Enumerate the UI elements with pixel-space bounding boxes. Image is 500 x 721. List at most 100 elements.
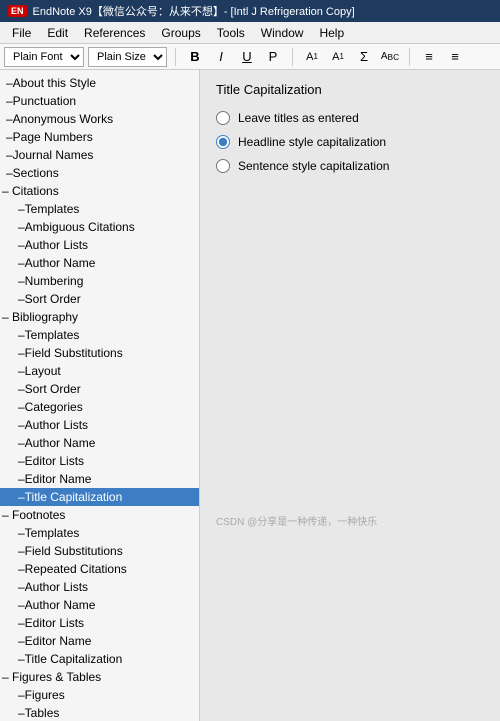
bold-button[interactable]: B (184, 47, 206, 67)
tree-item-punctuation[interactable]: –Punctuation (0, 92, 199, 110)
tree-item-fn-editor-name[interactable]: –Editor Name (0, 632, 199, 650)
tree-item-editor-lists-bib[interactable]: –Editor Lists (0, 452, 199, 470)
italic-button[interactable]: I (210, 47, 232, 67)
tree-item-author-name-bib[interactable]: –Author Name (0, 434, 199, 452)
en-logo: EN (8, 5, 27, 17)
radio-headline-style[interactable] (216, 135, 230, 149)
tree-item-bibliography[interactable]: – Bibliography (0, 308, 199, 326)
tree-item-label-bibliography: – Bibliography (2, 310, 78, 324)
size-select[interactable]: Plain Size (88, 47, 167, 67)
tree-item-label-author-lists-cit: –Author Lists (10, 238, 88, 252)
menu-window[interactable]: Window (253, 23, 312, 43)
menu-tools[interactable]: Tools (209, 23, 253, 43)
tree-item-label-sections: –Sections (6, 166, 59, 180)
footer-text: CSDN @分享是一种传递，一种快乐 (216, 517, 377, 528)
tree-item-layout[interactable]: –Layout (0, 362, 199, 380)
tree-item-label-layout: –Layout (10, 364, 61, 378)
tree-item-label-ambiguous-citations: –Ambiguous Citations (10, 220, 135, 234)
tree-item-label-numbering: –Numbering (10, 274, 83, 288)
title-bar: EN EndNote X9【微信公众号：从来不想】- [Intl J Refri… (0, 0, 500, 22)
menu-groups[interactable]: Groups (153, 23, 208, 43)
capitalization-options: Leave titles as entered Headline style c… (216, 111, 484, 173)
section-title: Title Capitalization (216, 82, 484, 97)
menu-references[interactable]: References (76, 23, 153, 43)
tree-item-field-substitutions[interactable]: –Field Substitutions (0, 344, 199, 362)
tree-item-numbering[interactable]: –Numbering (0, 272, 199, 290)
font-select[interactable]: Plain Font (4, 47, 84, 67)
menu-file[interactable]: File (4, 23, 39, 43)
tree-item-label-about-style: –About this Style (6, 76, 96, 90)
menu-help[interactable]: Help (311, 23, 352, 43)
menu-edit[interactable]: Edit (39, 23, 76, 43)
tree-item-label-anonymous-works: –Anonymous Works (6, 112, 113, 126)
tree-item-label-fn-field-substitutions: –Field Substitutions (10, 544, 123, 558)
toolbar: Plain Font Plain Size B I U P A1 A1 Σ AB… (0, 44, 500, 70)
tree-item-anonymous-works[interactable]: –Anonymous Works (0, 110, 199, 128)
tree-item-label-page-numbers: –Page Numbers (6, 130, 93, 144)
tree-item-sections[interactable]: –Sections (0, 164, 199, 182)
option-leave-titles[interactable]: Leave titles as entered (216, 111, 484, 125)
tree-item-journal-names[interactable]: –Journal Names (0, 146, 199, 164)
tree-item-label-sort-order-bib: –Sort Order (10, 382, 81, 396)
toolbar-divider-2 (292, 48, 293, 66)
tree-item-label-editor-lists-bib: –Editor Lists (10, 454, 84, 468)
tree-item-fn-author-lists[interactable]: –Author Lists (0, 578, 199, 596)
tree-item-fn-templates[interactable]: –Templates (0, 524, 199, 542)
align-left-button[interactable]: ≡ (418, 47, 440, 67)
sigma-button[interactable]: Σ (353, 47, 375, 67)
tree-item-label-field-substitutions: –Field Substitutions (10, 346, 123, 360)
tree-item-label-sort-order-cit: –Sort Order (10, 292, 81, 306)
tree-item-label-editor-name-bib: –Editor Name (10, 472, 91, 486)
tree-item-sort-order-cit[interactable]: –Sort Order (0, 290, 199, 308)
option-sentence-style[interactable]: Sentence style capitalization (216, 159, 484, 173)
tree-item-author-lists-bib[interactable]: –Author Lists (0, 416, 199, 434)
tree-item-author-name-cit[interactable]: –Author Name (0, 254, 199, 272)
radio-leave-titles[interactable] (216, 111, 230, 125)
superscript-button[interactable]: A1 (301, 47, 323, 67)
tree-item-label-author-name-cit: –Author Name (10, 256, 95, 270)
tree-item-fn-title-capitalization[interactable]: –Title Capitalization (0, 650, 199, 668)
tree-item-title-capitalization[interactable]: –Title Capitalization (0, 488, 199, 506)
tree-item-citations[interactable]: – Citations (0, 182, 199, 200)
tree-item-label-author-lists-bib: –Author Lists (10, 418, 88, 432)
tree-item-about-style[interactable]: –About this Style (0, 74, 199, 92)
underline-button[interactable]: U (236, 47, 258, 67)
tree-item-label-figures-tables: – Figures & Tables (2, 670, 101, 684)
tree-item-label-fn-author-name: –Author Name (10, 598, 95, 612)
abc-button[interactable]: ABC (379, 47, 401, 67)
option-headline-style[interactable]: Headline style capitalization (216, 135, 484, 149)
tree-item-label-fn-title-capitalization: –Title Capitalization (10, 652, 122, 666)
tree-item-label-fn-editor-name: –Editor Name (10, 634, 91, 648)
option-headline-style-label: Headline style capitalization (238, 135, 386, 149)
tree-item-editor-name-bib[interactable]: –Editor Name (0, 470, 199, 488)
tree-item-fn-author-name[interactable]: –Author Name (0, 596, 199, 614)
tree-item-label-tables: –Tables (10, 706, 59, 720)
tree-item-label-citations: – Citations (2, 184, 59, 198)
tree-item-label-figures: –Figures (10, 688, 65, 702)
tree-item-label-fn-editor-lists: –Editor Lists (10, 616, 84, 630)
tree-item-figures-tables[interactable]: – Figures & Tables (0, 668, 199, 686)
toolbar-divider-1 (175, 48, 176, 66)
radio-sentence-style[interactable] (216, 159, 230, 173)
tree-item-label-author-name-bib: –Author Name (10, 436, 95, 450)
tree-item-sort-order-bib[interactable]: –Sort Order (0, 380, 199, 398)
tree-item-bib-templates[interactable]: –Templates (0, 326, 199, 344)
subscript-button[interactable]: A1 (327, 47, 349, 67)
tree-item-figures[interactable]: –Figures (0, 686, 199, 704)
tree-item-fn-editor-lists[interactable]: –Editor Lists (0, 614, 199, 632)
tree-item-categories[interactable]: –Categories (0, 398, 199, 416)
tree-item-tables[interactable]: –Tables (0, 704, 199, 721)
tree-item-label-categories: –Categories (10, 400, 83, 414)
tree-item-fn-repeated-citations[interactable]: –Repeated Citations (0, 560, 199, 578)
tree-item-footnotes[interactable]: – Footnotes (0, 506, 199, 524)
tree-item-label-title-capitalization: –Title Capitalization (10, 490, 122, 504)
paragraph-button[interactable]: P (262, 47, 284, 67)
main-content: –About this Style –Punctuation –Anonymous … (0, 70, 500, 721)
tree-item-page-numbers[interactable]: –Page Numbers (0, 128, 199, 146)
tree-item-fn-field-substitutions[interactable]: –Field Substitutions (0, 542, 199, 560)
tree-item-author-lists-cit[interactable]: –Author Lists (0, 236, 199, 254)
align-right-button[interactable]: ≡ (444, 47, 466, 67)
tree-panel: –About this Style –Punctuation –Anonymous … (0, 70, 200, 721)
tree-item-ambiguous-citations[interactable]: –Ambiguous Citations (0, 218, 199, 236)
tree-item-citations-templates[interactable]: –Templates (0, 200, 199, 218)
